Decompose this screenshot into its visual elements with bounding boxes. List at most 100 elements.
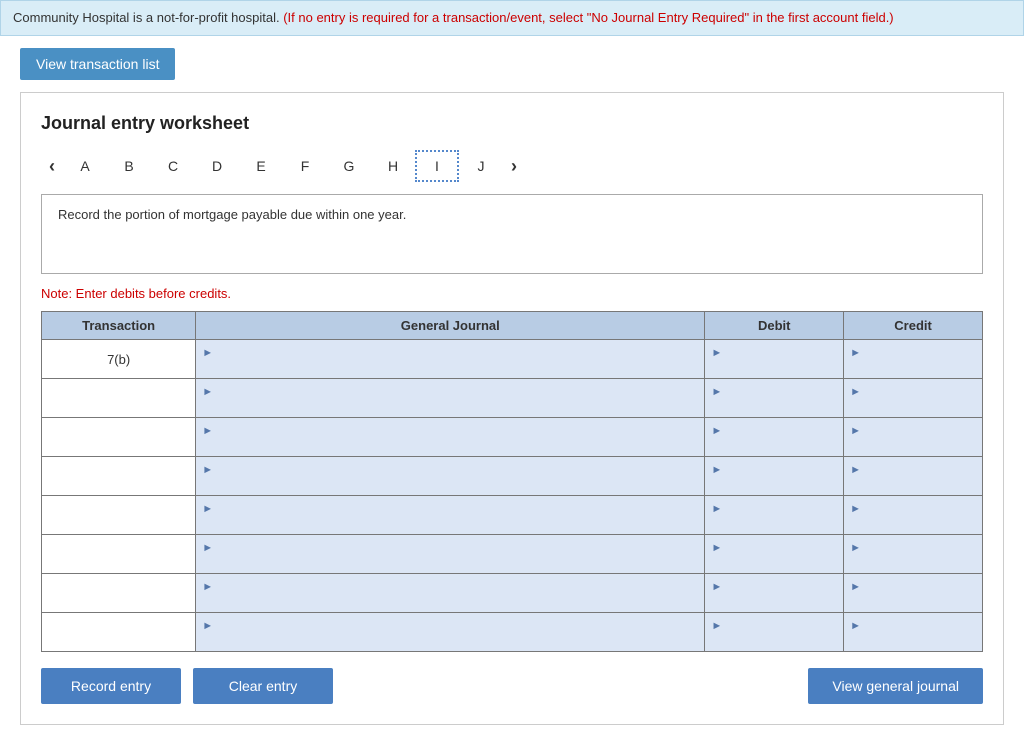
- credit-input-1[interactable]: [850, 359, 976, 374]
- credit-input-2[interactable]: [850, 398, 976, 413]
- col-label-b[interactable]: B: [107, 150, 151, 182]
- header-debit: Debit: [705, 312, 844, 340]
- credit-cell-7[interactable]: ►: [844, 574, 983, 613]
- credit-arrow-icon-6: ►: [850, 542, 861, 554]
- general-journal-cell-1[interactable]: ►: [196, 340, 705, 379]
- general-journal-input-1[interactable]: [202, 359, 698, 374]
- col-label-e[interactable]: E: [239, 150, 283, 182]
- general-journal-cell-6[interactable]: ►: [196, 535, 705, 574]
- general-journal-input-3[interactable]: [202, 437, 698, 452]
- credit-input-3[interactable]: [850, 437, 976, 452]
- credit-input-8[interactable]: [850, 632, 976, 647]
- row-arrow-icon-4: ►: [202, 464, 213, 476]
- credit-cell-1[interactable]: ►: [844, 340, 983, 379]
- col-label-j[interactable]: J: [459, 150, 503, 182]
- view-transaction-button[interactable]: View transaction list: [20, 48, 175, 80]
- header-general-journal: General Journal: [196, 312, 705, 340]
- debit-arrow-icon-8: ►: [711, 620, 722, 632]
- transaction-cell-6: [42, 535, 196, 574]
- debit-input-8[interactable]: [711, 632, 837, 647]
- debit-arrow-icon-5: ►: [711, 503, 722, 515]
- credit-input-5[interactable]: [850, 515, 976, 530]
- credit-arrow-icon-4: ►: [850, 464, 861, 476]
- debit-cell-5[interactable]: ►: [705, 496, 844, 535]
- table-row: ► ► ►: [42, 613, 983, 652]
- description-text: Record the portion of mortgage payable d…: [58, 207, 406, 222]
- col-label-d[interactable]: D: [195, 150, 239, 182]
- debit-cell-4[interactable]: ►: [705, 457, 844, 496]
- col-label-i[interactable]: I: [415, 150, 459, 182]
- credit-cell-3[interactable]: ►: [844, 418, 983, 457]
- transaction-cell-2: [42, 379, 196, 418]
- banner-text: Community Hospital is a not-for-profit h…: [13, 10, 283, 25]
- debit-cell-3[interactable]: ►: [705, 418, 844, 457]
- transaction-cell-7: [42, 574, 196, 613]
- debit-input-2[interactable]: [711, 398, 837, 413]
- general-journal-input-8[interactable]: [202, 632, 698, 647]
- col-label-h[interactable]: H: [371, 150, 415, 182]
- col-label-g[interactable]: G: [327, 150, 371, 182]
- debit-arrow-icon-2: ►: [711, 386, 722, 398]
- table-row: ► ► ►: [42, 457, 983, 496]
- credit-cell-5[interactable]: ►: [844, 496, 983, 535]
- banner-red-text: (If no entry is required for a transacti…: [283, 10, 893, 25]
- description-box: Record the portion of mortgage payable d…: [41, 194, 983, 274]
- debit-arrow-icon-6: ►: [711, 542, 722, 554]
- debit-cell-6[interactable]: ►: [705, 535, 844, 574]
- general-journal-input-6[interactable]: [202, 554, 698, 569]
- row-arrow-icon-5: ►: [202, 503, 213, 515]
- general-journal-cell-7[interactable]: ►: [196, 574, 705, 613]
- col-label-c[interactable]: C: [151, 150, 195, 182]
- general-journal-input-2[interactable]: [202, 398, 698, 413]
- header-transaction: Transaction: [42, 312, 196, 340]
- debit-cell-7[interactable]: ►: [705, 574, 844, 613]
- row-arrow-icon-7: ►: [202, 581, 213, 593]
- general-journal-input-5[interactable]: [202, 515, 698, 530]
- general-journal-input-4[interactable]: [202, 476, 698, 491]
- record-entry-button[interactable]: Record entry: [41, 668, 181, 704]
- general-journal-cell-4[interactable]: ►: [196, 457, 705, 496]
- debit-cell-8[interactable]: ►: [705, 613, 844, 652]
- view-general-journal-button[interactable]: View general journal: [808, 668, 983, 704]
- row-arrow-icon-2: ►: [202, 386, 213, 398]
- credit-input-6[interactable]: [850, 554, 976, 569]
- credit-arrow-icon: ►: [850, 347, 861, 359]
- worksheet-container: Journal entry worksheet ‹ A B C D E F G …: [20, 92, 1004, 725]
- transaction-cell-3: [42, 418, 196, 457]
- credit-cell-4[interactable]: ►: [844, 457, 983, 496]
- button-row: Record entry Clear entry View general jo…: [41, 668, 983, 704]
- debit-input-4[interactable]: [711, 476, 837, 491]
- debit-cell-1[interactable]: ►: [705, 340, 844, 379]
- general-journal-cell-5[interactable]: ►: [196, 496, 705, 535]
- credit-arrow-icon-3: ►: [850, 425, 861, 437]
- top-bar: View transaction list: [0, 36, 1024, 92]
- debit-input-5[interactable]: [711, 515, 837, 530]
- general-journal-cell-3[interactable]: ►: [196, 418, 705, 457]
- debit-cell-2[interactable]: ►: [705, 379, 844, 418]
- debit-input-3[interactable]: [711, 437, 837, 452]
- credit-cell-6[interactable]: ►: [844, 535, 983, 574]
- row-arrow-icon-3: ►: [202, 425, 213, 437]
- debit-input-6[interactable]: [711, 554, 837, 569]
- general-journal-cell-2[interactable]: ►: [196, 379, 705, 418]
- table-header-row: Transaction General Journal Debit Credit: [42, 312, 983, 340]
- info-banner: Community Hospital is a not-for-profit h…: [0, 0, 1024, 36]
- debit-arrow-icon: ►: [711, 347, 722, 359]
- credit-cell-2[interactable]: ►: [844, 379, 983, 418]
- clear-entry-button[interactable]: Clear entry: [193, 668, 333, 704]
- transaction-cell-4: [42, 457, 196, 496]
- table-row: ► ► ►: [42, 535, 983, 574]
- header-credit: Credit: [844, 312, 983, 340]
- credit-input-4[interactable]: [850, 476, 976, 491]
- transaction-cell: 7(b): [42, 340, 196, 379]
- table-row: ► ► ►: [42, 496, 983, 535]
- row-arrow-icon-8: ►: [202, 620, 213, 632]
- general-journal-cell-8[interactable]: ►: [196, 613, 705, 652]
- credit-cell-8[interactable]: ►: [844, 613, 983, 652]
- debit-input-1[interactable]: [711, 359, 837, 374]
- table-row: 7(b) ► ► ►: [42, 340, 983, 379]
- nav-prev-arrow[interactable]: ‹: [41, 152, 63, 181]
- nav-next-arrow[interactable]: ›: [503, 152, 525, 181]
- col-label-f[interactable]: F: [283, 150, 327, 182]
- col-label-a[interactable]: A: [63, 150, 107, 182]
